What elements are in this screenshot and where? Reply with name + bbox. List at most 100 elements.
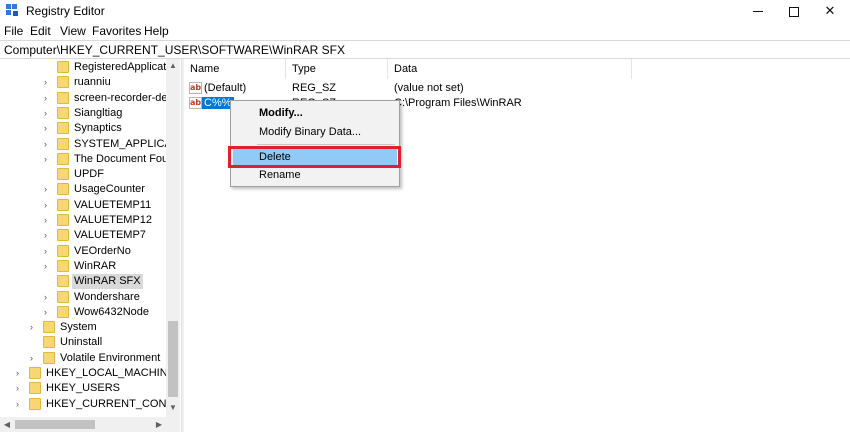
expand-chevron-icon[interactable]: › bbox=[44, 244, 54, 259]
expand-chevron-icon[interactable]: › bbox=[30, 351, 40, 366]
scroll-left-icon[interactable]: ◀ bbox=[0, 417, 14, 432]
folder-icon bbox=[57, 305, 69, 318]
tree-item[interactable]: › screen-recorder-dev bbox=[0, 91, 173, 106]
expand-chevron-icon[interactable]: › bbox=[44, 121, 54, 136]
folder-icon bbox=[57, 244, 69, 257]
tree-item-label: ruanniu bbox=[74, 76, 111, 89]
folder-icon bbox=[57, 259, 69, 272]
menu-edit[interactable]: Edit bbox=[30, 24, 51, 38]
tree-item[interactable]: › Wondershare bbox=[0, 290, 166, 305]
tree-item[interactable]: › Siangltiag bbox=[0, 106, 166, 121]
expand-chevron-icon[interactable]: › bbox=[44, 213, 54, 228]
tree-item-label: HKEY_CURRENT_CONFIG bbox=[46, 397, 180, 410]
tree-item[interactable]: RegisteredApplicatio bbox=[0, 60, 175, 75]
menu-favorites[interactable]: Favorites bbox=[92, 24, 141, 38]
tree-item[interactable]: › Volatile Environment bbox=[0, 351, 166, 366]
tree-item-label: HKEY_USERS bbox=[46, 382, 120, 395]
expand-chevron-icon[interactable]: › bbox=[16, 381, 26, 396]
registry-tree[interactable]: RegisteredApplicatio › ruanniu › screen-reco… bbox=[0, 59, 180, 432]
expand-chevron-icon[interactable]: › bbox=[44, 259, 54, 274]
scroll-down-icon[interactable]: ▼ bbox=[166, 401, 180, 415]
expand-chevron-icon[interactable]: › bbox=[44, 198, 54, 213]
folder-icon bbox=[57, 168, 69, 181]
tree-item[interactable]: › ruanniu bbox=[0, 75, 166, 90]
expand-chevron-icon[interactable]: › bbox=[44, 182, 54, 197]
tree-item-label: Synaptics bbox=[74, 122, 122, 135]
expand-chevron-icon[interactable]: › bbox=[44, 305, 54, 320]
tree-item-label: VALUETEMP7 bbox=[74, 229, 146, 242]
window-title: Registry Editor bbox=[26, 4, 105, 18]
tree-horizontal-scrollbar[interactable]: ◀ ▶ bbox=[0, 417, 180, 432]
tree-item[interactable]: › Synaptics bbox=[0, 121, 166, 136]
folder-icon bbox=[57, 122, 69, 135]
tree-item[interactable]: › VALUETEMP7 bbox=[0, 228, 166, 243]
tree-item[interactable]: › SYSTEM_APPLICATIO bbox=[0, 137, 180, 152]
scroll-right-icon[interactable]: ▶ bbox=[152, 417, 166, 432]
tree-item[interactable]: Uninstall bbox=[0, 335, 166, 350]
tree-item[interactable]: › The Document Foun bbox=[0, 152, 174, 167]
tree-item[interactable]: WinRAR SFX bbox=[0, 274, 166, 290]
delete-highlight-annotation bbox=[228, 146, 401, 168]
menu-bar: File Edit View Favorites Help bbox=[0, 22, 850, 40]
tree-item-label: Wow6432Node bbox=[74, 305, 150, 318]
tree-item[interactable]: › System bbox=[0, 320, 166, 335]
folder-icon bbox=[43, 351, 55, 364]
tree-item-label: UsageCounter bbox=[74, 183, 145, 196]
expand-chevron-icon[interactable]: › bbox=[16, 366, 26, 381]
scroll-up-icon[interactable]: ▲ bbox=[166, 59, 180, 73]
tree-item[interactable]: › UsageCounter bbox=[0, 182, 166, 197]
menu-item-modify-binary[interactable]: Modify Binary Data... bbox=[233, 123, 397, 142]
tree-item[interactable]: › VALUETEMP11 bbox=[0, 198, 166, 213]
expand-chevron-icon[interactable]: › bbox=[44, 228, 54, 243]
tree-item-label: The Document Foun bbox=[74, 152, 175, 165]
menu-item-modify[interactable]: Modify... bbox=[233, 104, 397, 123]
tree-item-label: UPDF bbox=[74, 168, 104, 181]
expand-chevron-icon[interactable]: › bbox=[16, 397, 26, 412]
menu-view[interactable]: View bbox=[60, 24, 86, 38]
column-name[interactable]: Name bbox=[184, 59, 286, 79]
tree-item[interactable]: › VALUETEMP12 bbox=[0, 213, 166, 228]
expand-chevron-icon[interactable]: › bbox=[44, 152, 54, 167]
scroll-thumb[interactable] bbox=[168, 321, 178, 397]
close-icon[interactable]: ✕ bbox=[807, 0, 850, 22]
value-row[interactable]: ab (Default) REG_SZ (value not set) bbox=[184, 81, 850, 96]
menu-separator bbox=[257, 144, 395, 145]
folder-icon bbox=[43, 336, 55, 349]
value-name: (Default) bbox=[204, 82, 247, 94]
tree-item[interactable]: › WinRAR bbox=[0, 259, 166, 274]
tree-item-label: RegisteredApplicatio bbox=[74, 61, 175, 73]
folder-icon bbox=[43, 321, 55, 334]
column-data[interactable]: Data bbox=[388, 59, 632, 79]
tree-item[interactable]: › HKEY_USERS bbox=[0, 381, 166, 396]
address-bar[interactable]: Computer\HKEY_CURRENT_USER\SOFTWARE\WinR… bbox=[0, 40, 850, 59]
expand-chevron-icon[interactable]: › bbox=[44, 137, 54, 152]
folder-icon bbox=[57, 61, 69, 73]
tree-item[interactable]: › HKEY_LOCAL_MACHINE bbox=[0, 366, 175, 381]
expand-chevron-icon[interactable]: › bbox=[44, 91, 54, 106]
tree-item-label: WinRAR bbox=[74, 259, 117, 272]
tree-item[interactable]: › VEOrderNo bbox=[0, 244, 166, 259]
menu-file[interactable]: File bbox=[4, 24, 23, 38]
string-value-icon: ab bbox=[189, 82, 202, 94]
expand-chevron-icon[interactable]: › bbox=[44, 75, 54, 90]
tree-item-label: Uninstall bbox=[60, 336, 103, 349]
expand-chevron-icon[interactable]: › bbox=[30, 320, 40, 335]
value-type: REG_SZ bbox=[292, 82, 337, 94]
tree-item-label: Siangltiag bbox=[74, 106, 123, 119]
folder-icon bbox=[57, 152, 69, 165]
hscroll-thumb[interactable] bbox=[15, 420, 95, 429]
tree-item-label: SYSTEM_APPLICATIO bbox=[74, 137, 180, 150]
tree-item[interactable]: UPDF bbox=[0, 167, 166, 182]
folder-icon bbox=[57, 91, 69, 104]
tree-item[interactable]: › HKEY_CURRENT_CONFIG bbox=[0, 397, 180, 412]
expand-chevron-icon[interactable]: › bbox=[44, 290, 54, 305]
folder-icon bbox=[57, 275, 69, 288]
tree-vertical-scrollbar[interactable]: ▲ ▼ bbox=[166, 59, 180, 417]
expand-chevron-icon[interactable]: › bbox=[44, 106, 54, 121]
column-type[interactable]: Type bbox=[286, 59, 388, 79]
folder-icon bbox=[57, 214, 69, 226]
menu-help[interactable]: Help bbox=[144, 24, 169, 38]
menu-item-rename[interactable]: Rename bbox=[233, 166, 397, 185]
tree-item[interactable]: › Wow6432Node bbox=[0, 305, 166, 320]
folder-icon bbox=[57, 229, 69, 242]
